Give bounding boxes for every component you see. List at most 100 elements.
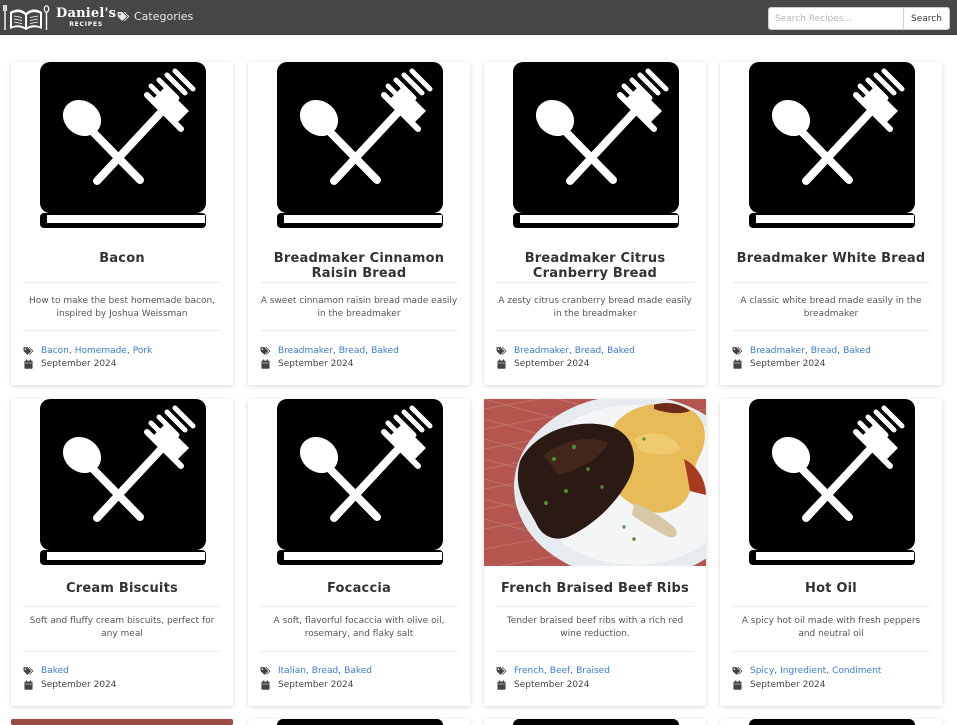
- recipe-date: September 2024: [732, 359, 826, 369]
- recipe-tags: Spicy, Ingredient, Condiment: [732, 666, 881, 676]
- recipe-card[interactable]: [248, 719, 470, 725]
- recipe-image[interactable]: [484, 62, 706, 229]
- recipe-title[interactable]: Breadmaker White Bread: [730, 251, 932, 266]
- tag-link[interactable]: Baked: [41, 666, 69, 676]
- recipe-image[interactable]: [720, 399, 942, 566]
- recipe-date-text: September 2024: [278, 359, 354, 369]
- recipe-book-icon: [11, 62, 233, 229]
- recipe-description: A zesty citrus cranberry bread made easi…: [498, 296, 692, 319]
- recipe-image[interactable]: [11, 399, 233, 566]
- recipe-image[interactable]: [248, 399, 470, 566]
- nav-categories-link[interactable]: Categories: [117, 10, 193, 23]
- tag-separator: ,: [837, 346, 841, 356]
- recipe-image[interactable]: [277, 719, 443, 725]
- recipe-card[interactable]: Breadmaker White Bread A classic white br…: [720, 62, 942, 385]
- recipe-image[interactable]: [720, 62, 942, 229]
- navbar: Daniel's RECIPES Categories Search: [0, 0, 957, 35]
- tag-link[interactable]: Bread: [312, 666, 338, 676]
- recipe-card[interactable]: Breadmaker Cinnamon Raisin Bread A sweet …: [248, 62, 470, 385]
- recipe-image[interactable]: [11, 719, 233, 725]
- recipe-date-text: September 2024: [750, 680, 826, 690]
- tag-link[interactable]: French: [514, 666, 544, 676]
- recipe-description: A sweet cinnamon raisin bread made easil…: [260, 296, 458, 319]
- recipe-image[interactable]: [484, 399, 706, 566]
- divider: [260, 330, 458, 331]
- recipe-description: A soft, flavorful focaccia with olive oi…: [273, 616, 445, 639]
- recipe-date-text: September 2024: [514, 680, 590, 690]
- recipe-date: September 2024: [23, 680, 117, 690]
- tag-link[interactable]: Pork: [133, 346, 153, 356]
- recipe-card[interactable]: Breadmaker Citrus Cranberry Bread A zesty…: [484, 62, 706, 385]
- recipe-description: How to make the best homemade bacon, ins…: [28, 296, 216, 319]
- recipe-card[interactable]: [720, 719, 942, 725]
- tag-link[interactable]: Breadmaker: [750, 346, 805, 356]
- tag-link[interactable]: Spicy: [750, 666, 774, 676]
- tags-icon: [732, 347, 743, 355]
- recipe-book-icon: [248, 62, 470, 229]
- divider: [23, 330, 221, 331]
- recipe-title[interactable]: Cream Biscuits: [21, 581, 223, 596]
- tag-link[interactable]: Beef: [550, 666, 570, 676]
- tag-link[interactable]: Baked: [607, 346, 635, 356]
- tag-link[interactable]: Breadmaker: [514, 346, 569, 356]
- recipe-image[interactable]: [248, 62, 470, 229]
- tag-link[interactable]: Homemade: [75, 346, 127, 356]
- tag-link[interactable]: Breadmaker: [278, 346, 333, 356]
- tag-link[interactable]: Condiment: [832, 666, 881, 676]
- recipe-date-text: September 2024: [41, 680, 117, 690]
- recipe-title[interactable]: Hot Oil: [730, 581, 932, 596]
- recipe-title[interactable]: Focaccia: [258, 581, 460, 596]
- tag-link[interactable]: Baked: [843, 346, 871, 356]
- divider: [23, 606, 221, 607]
- recipe-title[interactable]: French Braised Beef Ribs: [494, 581, 696, 596]
- recipe-card[interactable]: [11, 719, 233, 725]
- recipe-title[interactable]: Bacon: [21, 251, 223, 266]
- tag-link[interactable]: Braised: [576, 666, 610, 676]
- recipe-tags: French, Beef, Braised: [496, 666, 610, 676]
- tag-link[interactable]: Bread: [339, 346, 365, 356]
- tag-link[interactable]: Bread: [811, 346, 837, 356]
- recipe-card[interactable]: French Braised Beef Ribs Tender braised b…: [484, 399, 706, 706]
- brand-text: Daniel's RECIPES: [56, 7, 116, 28]
- recipe-card[interactable]: Focaccia A soft, flavorful focaccia with …: [248, 399, 470, 706]
- search-input[interactable]: [768, 7, 904, 30]
- tag-link[interactable]: Baked: [371, 346, 399, 356]
- recipe-card[interactable]: Hot Oil A spicy hot oil made with fresh p…: [720, 399, 942, 706]
- brand-subtitle: RECIPES: [69, 20, 103, 28]
- divider: [732, 330, 930, 331]
- recipe-description: A classic white bread made easily in the…: [740, 296, 922, 319]
- tag-link[interactable]: Italian: [278, 666, 306, 676]
- search-button[interactable]: Search: [903, 7, 950, 30]
- tag-link[interactable]: Bacon: [41, 346, 69, 356]
- recipe-image[interactable]: [749, 719, 915, 725]
- tag-link[interactable]: Ingredient: [780, 666, 826, 676]
- tags-icon: [496, 347, 507, 355]
- tag-separator: ,: [68, 346, 72, 356]
- tags-icon: [732, 667, 743, 675]
- brand-logo-link[interactable]: Daniel's RECIPES: [2, 2, 116, 32]
- calendar-icon: [733, 680, 742, 690]
- recipe-book-icon: [248, 399, 470, 566]
- recipe-title[interactable]: Breadmaker Cinnamon Raisin Bread: [258, 251, 460, 281]
- divider: [496, 651, 694, 652]
- recipe-image[interactable]: [11, 62, 233, 229]
- recipe-title[interactable]: Breadmaker Citrus Cranberry Bread: [494, 251, 696, 281]
- recipe-card[interactable]: Cream Biscuits Soft and fluffy cream bisc…: [11, 399, 233, 706]
- recipe-tags: Breadmaker, Bread, Baked: [496, 346, 635, 356]
- tag-separator: ,: [601, 346, 605, 356]
- recipe-card[interactable]: Bacon How to make the best homemade bacon…: [11, 62, 233, 385]
- calendar-icon: [733, 359, 742, 369]
- tags-icon: [260, 667, 271, 675]
- tag-separator: ,: [804, 346, 808, 356]
- tag-link[interactable]: Baked: [344, 666, 372, 676]
- recipe-image[interactable]: [513, 719, 679, 725]
- calendar-icon: [261, 359, 270, 369]
- recipe-date: September 2024: [23, 359, 117, 369]
- tag-separator: ,: [126, 346, 130, 356]
- tag-link[interactable]: Bread: [575, 346, 601, 356]
- recipe-description: A spicy hot oil made with fresh peppers …: [741, 616, 921, 639]
- tag-separator: ,: [568, 346, 572, 356]
- tags-icon: [260, 347, 271, 355]
- recipe-card[interactable]: [484, 719, 706, 725]
- recipe-book-icon: [484, 62, 706, 229]
